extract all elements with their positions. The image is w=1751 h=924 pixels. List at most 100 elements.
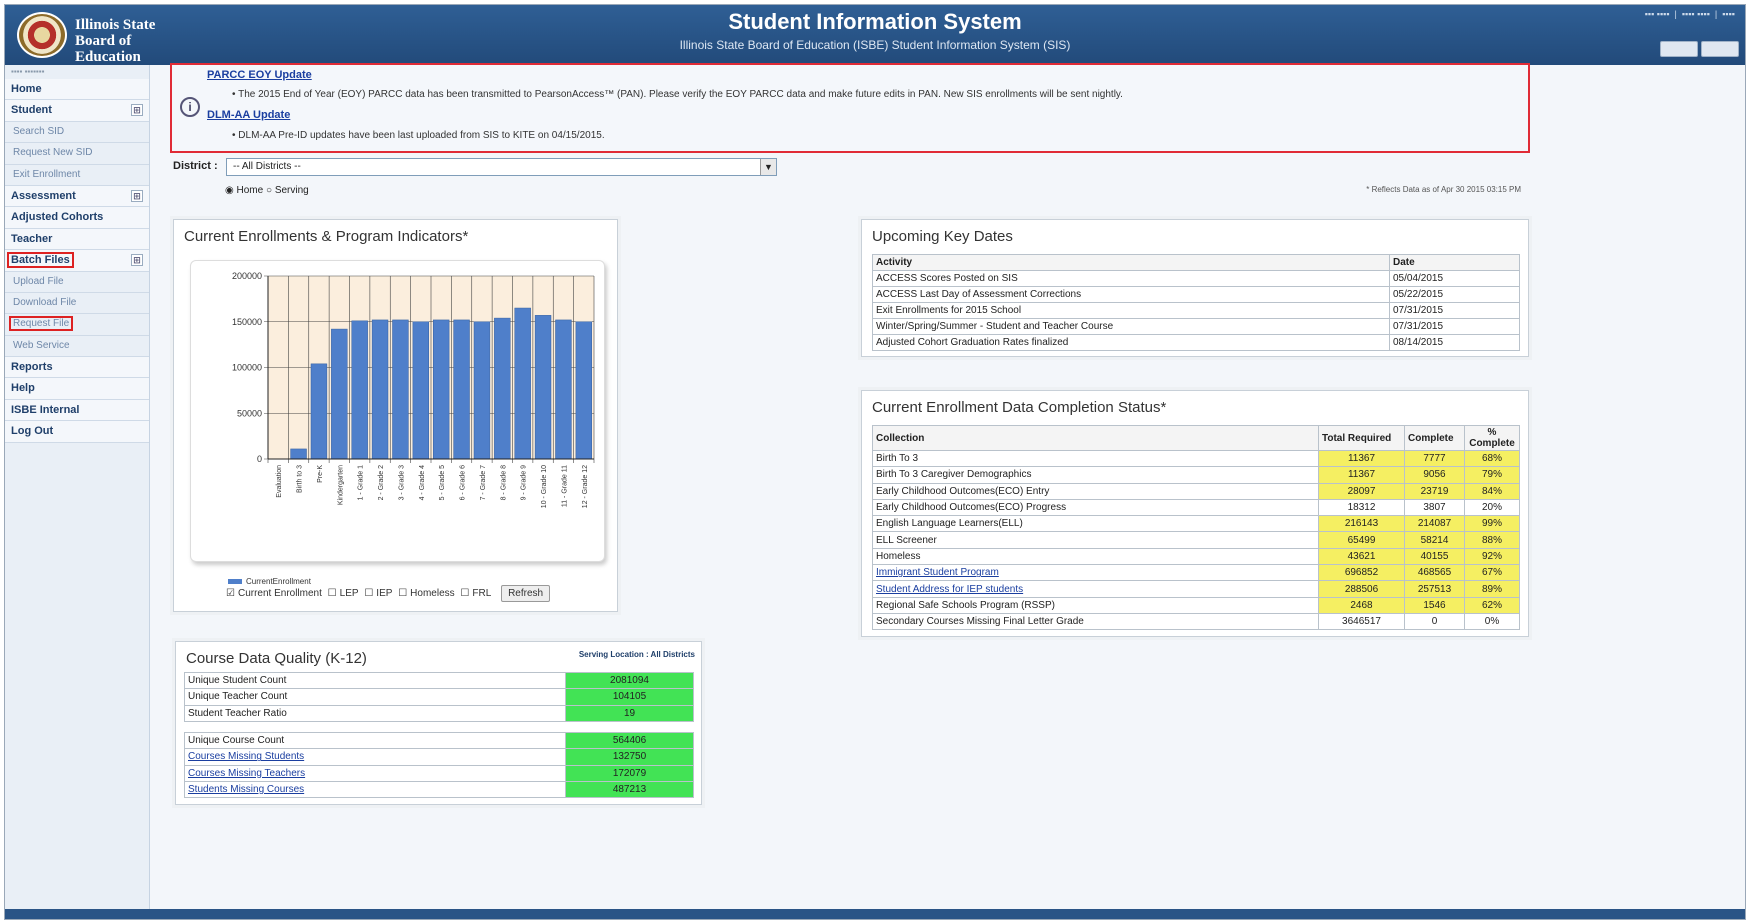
activity-cell: Exit Enrollments for 2015 School (872, 302, 1390, 319)
sidebar-item-help[interactable]: Help (5, 378, 149, 400)
checkbox-iep[interactable]: ☐ (364, 588, 373, 599)
bar-7-grade-7[interactable] (473, 321, 491, 460)
metric-value-cell: 487213 (565, 780, 694, 799)
sidebar-item-request-file[interactable]: Request File (5, 314, 149, 336)
x-tick-label: Evaluation (276, 465, 283, 498)
sidebar-item-request-new-sid[interactable]: Request New SID (5, 143, 149, 165)
y-tick-label: 0 (257, 454, 262, 464)
date-cell: 07/31/2015 (1389, 318, 1520, 335)
enrollment-panel: Current Enrollments & Program Indicators… (173, 219, 618, 612)
bar-11-grade-11[interactable] (555, 319, 572, 460)
complete-cell: 9056 (1404, 466, 1465, 484)
percent-complete-cell: 84% (1464, 482, 1520, 500)
sidebar-item-download-file[interactable]: Download File (5, 293, 149, 315)
sidebar-item-log-out[interactable]: Log Out (5, 421, 149, 443)
metric-label-cell: Unique Course Count (184, 731, 566, 750)
checkbox-label-frl: FRL (472, 588, 492, 599)
sidebar-item-web-service[interactable]: Web Service (5, 336, 149, 358)
dlm-update-link[interactable]: DLM-AA Update (207, 109, 290, 121)
date-cell: 05/22/2015 (1389, 286, 1520, 303)
sidebar-item-search-sid[interactable]: Search SID (5, 122, 149, 144)
checkbox-homeless[interactable]: ☐ (398, 588, 407, 599)
district-label: District : (173, 160, 218, 172)
metric-value-cell: 19 (565, 704, 694, 722)
expand-icon[interactable]: ⊞ (131, 189, 143, 202)
checkbox-lep[interactable]: ☐ (328, 588, 337, 599)
complete-cell: 257513 (1404, 580, 1465, 598)
bar-pre-k[interactable] (310, 363, 328, 460)
sidebar-item-reports[interactable]: Reports (5, 357, 149, 379)
x-tick-label: 12 - Grade 12 (582, 465, 589, 508)
sidebar-item-adjusted-cohorts[interactable]: Adjusted Cohorts (5, 207, 149, 229)
bar-8-grade-8[interactable] (494, 317, 511, 460)
metric-link[interactable]: Students Missing Courses (188, 784, 304, 795)
x-tick-label: 10 - Grade 10 (541, 465, 548, 508)
metric-value-cell: 172079 (565, 764, 694, 782)
percent-complete-cell: 62% (1464, 596, 1520, 614)
radio-serving[interactable]: ○ (266, 185, 272, 196)
sidebar-item-label: Reports (11, 361, 53, 374)
legend-swatch (228, 579, 242, 585)
bar-kindergarten[interactable] (331, 328, 348, 460)
bar-5-grade-5[interactable] (432, 319, 450, 460)
collection-cell: Birth To 3 (872, 449, 1319, 468)
district-select[interactable]: -- All Districts -- ▼ (226, 158, 777, 176)
collection-cell: Student Address for IEP students (872, 580, 1319, 598)
header-button-2[interactable] (1701, 41, 1739, 57)
column-header-date: Date (1389, 254, 1520, 271)
sidebar-item-isbe-internal[interactable]: ISBE Internal (5, 399, 149, 422)
sidebar-item-upload-file[interactable]: Upload File (5, 272, 149, 293)
sidebar-item-label: Adjusted Cohorts (11, 211, 104, 224)
parcc-update-link[interactable]: PARCC EOY Update (207, 69, 312, 81)
metric-label-cell: Courses Missing Students (184, 748, 566, 766)
table-row: ACCESS Last Day of Assessment Correction… (872, 286, 1520, 303)
bar-3-grade-3[interactable] (392, 319, 409, 460)
activity-cell: Adjusted Cohort Graduation Rates finaliz… (872, 334, 1390, 351)
chevron-down-icon[interactable]: ▼ (760, 159, 776, 175)
date-cell: 08/14/2015 (1389, 334, 1520, 351)
metric-value-cell: 2081094 (565, 671, 694, 690)
collection-link[interactable]: Student Address for IEP students (876, 584, 1023, 595)
metric-label-cell: Courses Missing Teachers (184, 764, 566, 782)
bar-10-grade-10[interactable] (534, 315, 552, 460)
sidebar-item-student[interactable]: Student ⊞ (5, 100, 149, 122)
percent-complete-cell: 92% (1464, 547, 1520, 566)
percent-complete-cell: 0% (1464, 612, 1520, 631)
x-tick-label: 1 - Grade 1 (358, 465, 365, 501)
table-row: ELL Screener 65499 58214 88% (872, 531, 1520, 549)
top-links[interactable]: ▪▪▪ ▪▪▪▪ | ▪▪▪▪ ▪▪▪▪ | ▪▪▪▪ (1645, 9, 1735, 19)
checkbox-frl[interactable]: ☐ (460, 588, 469, 599)
course-quality-table-1: Unique Student Count 2081094 Unique Teache… (184, 671, 694, 722)
percent-complete-cell: 89% (1464, 580, 1520, 598)
expand-icon[interactable]: ⊞ (131, 254, 143, 267)
radio-home[interactable]: ◉ (225, 185, 234, 196)
checkbox-current-enrollment[interactable]: ☑ (226, 588, 235, 599)
sidebar-item-batch-files[interactable]: Batch Files ⊞ (5, 250, 149, 272)
enrollment-chart: 0 50000 100000 150000 200000 Evaluation Birth … (190, 260, 605, 586)
bar-6-grade-6[interactable] (453, 319, 470, 460)
bar-birth-to-3[interactable] (290, 448, 307, 460)
table-row: Birth To 3 11367 7777 68% (872, 449, 1520, 468)
x-tick-label: 3 - Grade 3 (398, 465, 405, 501)
total-required-cell: 696852 (1318, 564, 1405, 582)
bar-12-grade-12[interactable] (575, 321, 593, 460)
metric-link[interactable]: Courses Missing Teachers (188, 768, 305, 779)
header-button-1[interactable] (1660, 41, 1698, 57)
sidebar: ▪▪▪▪ ▪▪▪▪▪▪▪ Home Student ⊞ Search SID Reque… (5, 65, 150, 911)
bar-9-grade-9[interactable] (514, 307, 531, 460)
collection-link[interactable]: Immigrant Student Program (876, 567, 999, 578)
refresh-button[interactable]: Refresh (501, 585, 551, 602)
bar-4-grade-4[interactable] (412, 321, 430, 460)
bar-1-grade-1[interactable] (351, 320, 368, 460)
sidebar-item-home[interactable]: Home (5, 79, 149, 101)
sidebar-item-teacher[interactable]: Teacher (5, 228, 149, 251)
app-header: Illinois State Board of Education Studen… (5, 5, 1745, 65)
sidebar-item-assessment[interactable]: Assessment ⊞ (5, 185, 149, 208)
sidebar-item-exit-enrollment[interactable]: Exit Enrollment (5, 165, 149, 186)
expand-icon[interactable]: ⊞ (131, 104, 143, 117)
metric-value-cell: 104105 (565, 688, 694, 706)
collection-cell: Regional Safe Schools Program (RSSP) (872, 596, 1319, 614)
complete-cell: 1546 (1404, 596, 1465, 614)
bar-2-grade-2[interactable] (371, 319, 389, 460)
metric-link[interactable]: Courses Missing Students (188, 751, 304, 762)
